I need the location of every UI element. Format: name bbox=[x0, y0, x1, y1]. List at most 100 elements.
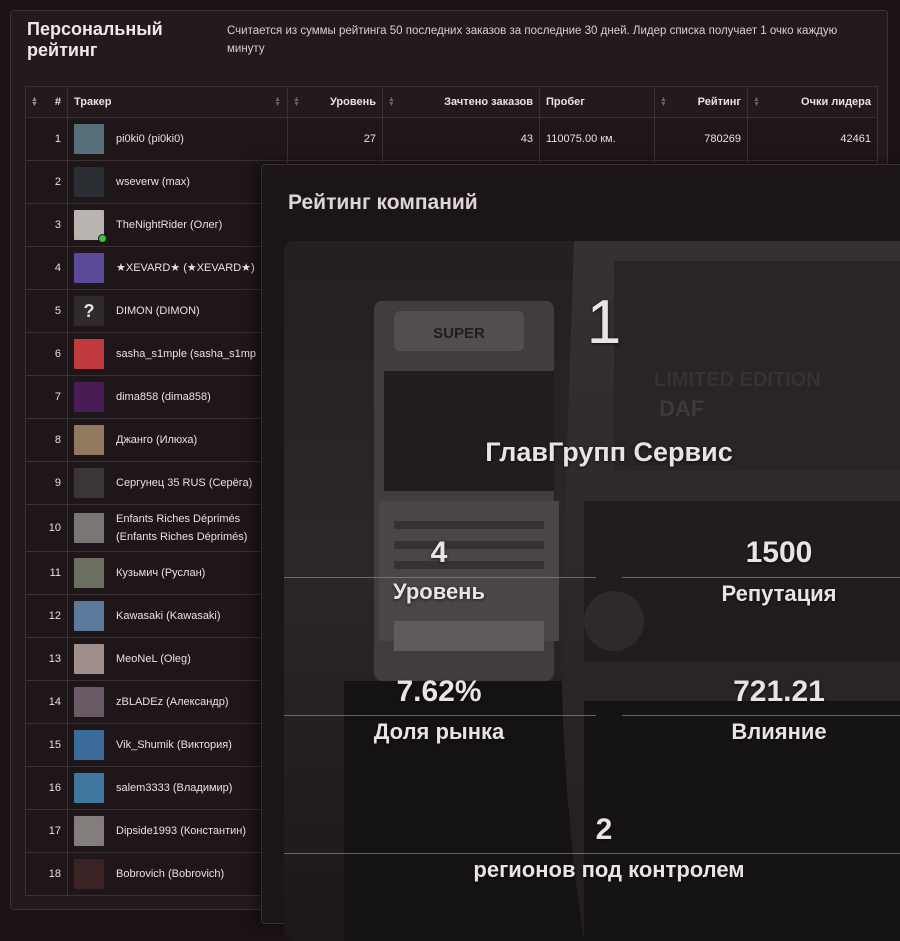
avatar[interactable]: ? bbox=[74, 296, 104, 326]
sort-asc-icon: ▲ ▼ bbox=[31, 96, 38, 108]
tracker-name-link[interactable]: dima858 (dima858) bbox=[116, 388, 211, 406]
tracker-name-link[interactable]: Bobrovich (Bobrovich) bbox=[116, 865, 224, 883]
row-index: 4 bbox=[25, 246, 68, 290]
avatar[interactable] bbox=[74, 687, 104, 717]
reputation-value: 1500 bbox=[745, 536, 813, 569]
column-header-level[interactable]: ▲ ▼ Уровень bbox=[287, 86, 383, 118]
row-index: 13 bbox=[25, 637, 68, 681]
tracker-name-link[interactable]: sasha_s1mple (sasha_s1mp bbox=[116, 345, 256, 363]
tracker-cell[interactable]: dima858 (dima858) bbox=[67, 375, 288, 419]
tracker-name-link[interactable]: wseverw (max) bbox=[116, 173, 190, 191]
tracker-name-link[interactable]: Кузьмич (Руслан) bbox=[116, 564, 205, 582]
avatar[interactable] bbox=[74, 253, 104, 283]
question-mark-icon: ? bbox=[83, 301, 95, 321]
tracker-name-link[interactable]: Vik_Shumik (Виктория) bbox=[116, 736, 232, 754]
company-rating-panel: Рейтинг компаний SUPER LIMITED EDITION D… bbox=[261, 164, 900, 941]
tracker-name-link[interactable]: Джанго (Илюха) bbox=[116, 431, 197, 449]
tracker-name-link[interactable]: ★XEVARD★ (★XEVARD★) bbox=[116, 259, 255, 277]
avatar[interactable] bbox=[74, 339, 104, 369]
influence-value: 721.21 bbox=[733, 675, 825, 708]
tracker-cell[interactable]: TheNightRider (Олег) bbox=[67, 203, 288, 247]
tracker-cell[interactable]: salem3333 (Владимир) bbox=[67, 766, 288, 810]
avatar[interactable] bbox=[74, 124, 104, 154]
tracker-name-link[interactable]: Enfants Riches Déprimés (Enfants Riches … bbox=[116, 510, 281, 546]
row-index: 3 bbox=[25, 203, 68, 247]
credited-cell: 43 bbox=[382, 117, 540, 161]
tracker-cell[interactable]: ★XEVARD★ (★XEVARD★) bbox=[67, 246, 288, 290]
column-header-tracker[interactable]: Тракер ▲ ▼ bbox=[67, 86, 288, 118]
tracker-cell[interactable]: Kawasaki (Kawasaki) bbox=[67, 594, 288, 638]
sort-icon: ▲ ▼ bbox=[660, 96, 667, 108]
company-rank: 1 bbox=[586, 288, 622, 357]
personal-rating-title: Персональный рейтинг bbox=[27, 19, 163, 60]
level-value: 4 bbox=[430, 536, 448, 569]
row-index: 9 bbox=[25, 461, 68, 505]
tracker-name-link[interactable]: TheNightRider (Олег) bbox=[116, 216, 222, 234]
rating-cell: 780269 bbox=[654, 117, 748, 161]
row-index: 15 bbox=[25, 723, 68, 767]
avatar[interactable] bbox=[74, 644, 104, 674]
tracker-cell[interactable]: Сергунец 35 RUS (Серёга) bbox=[67, 461, 288, 505]
row-index: 2 bbox=[25, 160, 68, 204]
avatar[interactable] bbox=[74, 816, 104, 846]
tracker-name-link[interactable]: pi0ki0 (pi0ki0) bbox=[116, 130, 184, 148]
tracker-cell[interactable]: Vik_Shumik (Виктория) bbox=[67, 723, 288, 767]
row-index: 14 bbox=[25, 680, 68, 724]
tracker-name-link[interactable]: salem3333 (Владимир) bbox=[116, 779, 232, 797]
avatar[interactable] bbox=[74, 601, 104, 631]
level-label: Уровень bbox=[392, 579, 485, 604]
tracker-cell[interactable]: sasha_s1mple (sasha_s1mp bbox=[67, 332, 288, 376]
column-header-mileage[interactable]: Пробег bbox=[539, 86, 655, 118]
tracker-cell[interactable]: zBLADEz (Александр) bbox=[67, 680, 288, 724]
tracker-cell[interactable]: Enfants Riches Déprimés (Enfants Riches … bbox=[67, 504, 288, 552]
tracker-name-link[interactable]: MeoNeL (Oleg) bbox=[116, 650, 191, 668]
influence-label: Влияние bbox=[731, 719, 827, 744]
row-index: 5 bbox=[25, 289, 68, 333]
tracker-name-link[interactable]: Dipside1993 (Константин) bbox=[116, 822, 246, 840]
company-card[interactable]: SUPER LIMITED EDITION DAF 1 ГлавГрупп Се… bbox=[284, 241, 900, 941]
tracker-name-link[interactable]: DIMON (DIMON) bbox=[116, 302, 200, 320]
avatar[interactable] bbox=[74, 773, 104, 803]
table-row[interactable]: 1 pi0ki0 (pi0ki0) 27 43 110075.00 км. 780269 4… bbox=[25, 117, 878, 161]
tracker-cell[interactable]: MeoNeL (Oleg) bbox=[67, 637, 288, 681]
avatar[interactable] bbox=[74, 730, 104, 760]
tracker-name-link[interactable]: Сергунец 35 RUS (Серёга) bbox=[116, 474, 252, 492]
row-index: 18 bbox=[25, 852, 68, 896]
tracker-name-link[interactable]: zBLADEz (Александр) bbox=[116, 693, 229, 711]
column-header-credited[interactable]: ▲ ▼ Зачтено заказов bbox=[382, 86, 540, 118]
row-index: 11 bbox=[25, 551, 68, 595]
tracker-cell[interactable]: ? DIMON (DIMON) bbox=[67, 289, 288, 333]
avatar[interactable] bbox=[74, 167, 104, 197]
market-share-label: Доля рынка bbox=[373, 719, 505, 744]
row-index: 16 bbox=[25, 766, 68, 810]
avatar[interactable] bbox=[74, 425, 104, 455]
company-name: ГлавГрупп Сервис bbox=[485, 437, 733, 467]
avatar[interactable] bbox=[74, 558, 104, 588]
column-header-index[interactable]: ▲ ▼ # bbox=[25, 86, 68, 118]
mileage-cell: 110075.00 км. bbox=[539, 117, 655, 161]
row-index: 10 bbox=[25, 504, 68, 552]
regions-label: регионов под контролем bbox=[473, 857, 745, 882]
avatar[interactable] bbox=[74, 859, 104, 889]
column-header-rating[interactable]: ▲ ▼ Рейтинг bbox=[654, 86, 748, 118]
tracker-cell[interactable]: Bobrovich (Bobrovich) bbox=[67, 852, 288, 896]
avatar[interactable] bbox=[74, 468, 104, 498]
regions-value: 2 bbox=[595, 813, 613, 846]
avatar[interactable] bbox=[74, 513, 104, 543]
tracker-name-link[interactable]: Kawasaki (Kawasaki) bbox=[116, 607, 221, 625]
divider bbox=[284, 715, 596, 716]
reputation-label: Репутация bbox=[721, 581, 837, 606]
column-header-leader-points[interactable]: ▲ ▼ Очки лидера bbox=[747, 86, 878, 118]
tracker-cell[interactable]: Джанго (Илюха) bbox=[67, 418, 288, 462]
tracker-cell[interactable]: Dipside1993 (Константин) bbox=[67, 809, 288, 853]
tracker-cell[interactable]: pi0ki0 (pi0ki0) bbox=[67, 117, 288, 161]
avatar[interactable] bbox=[74, 210, 107, 243]
sort-icon: ▲ ▼ bbox=[274, 96, 281, 108]
tracker-cell[interactable]: wseverw (max) bbox=[67, 160, 288, 204]
level-cell: 27 bbox=[287, 117, 383, 161]
avatar[interactable] bbox=[74, 382, 104, 412]
row-index: 12 bbox=[25, 594, 68, 638]
row-index: 1 bbox=[25, 117, 68, 161]
market-share-value: 7.62% bbox=[396, 675, 482, 708]
tracker-cell[interactable]: Кузьмич (Руслан) bbox=[67, 551, 288, 595]
